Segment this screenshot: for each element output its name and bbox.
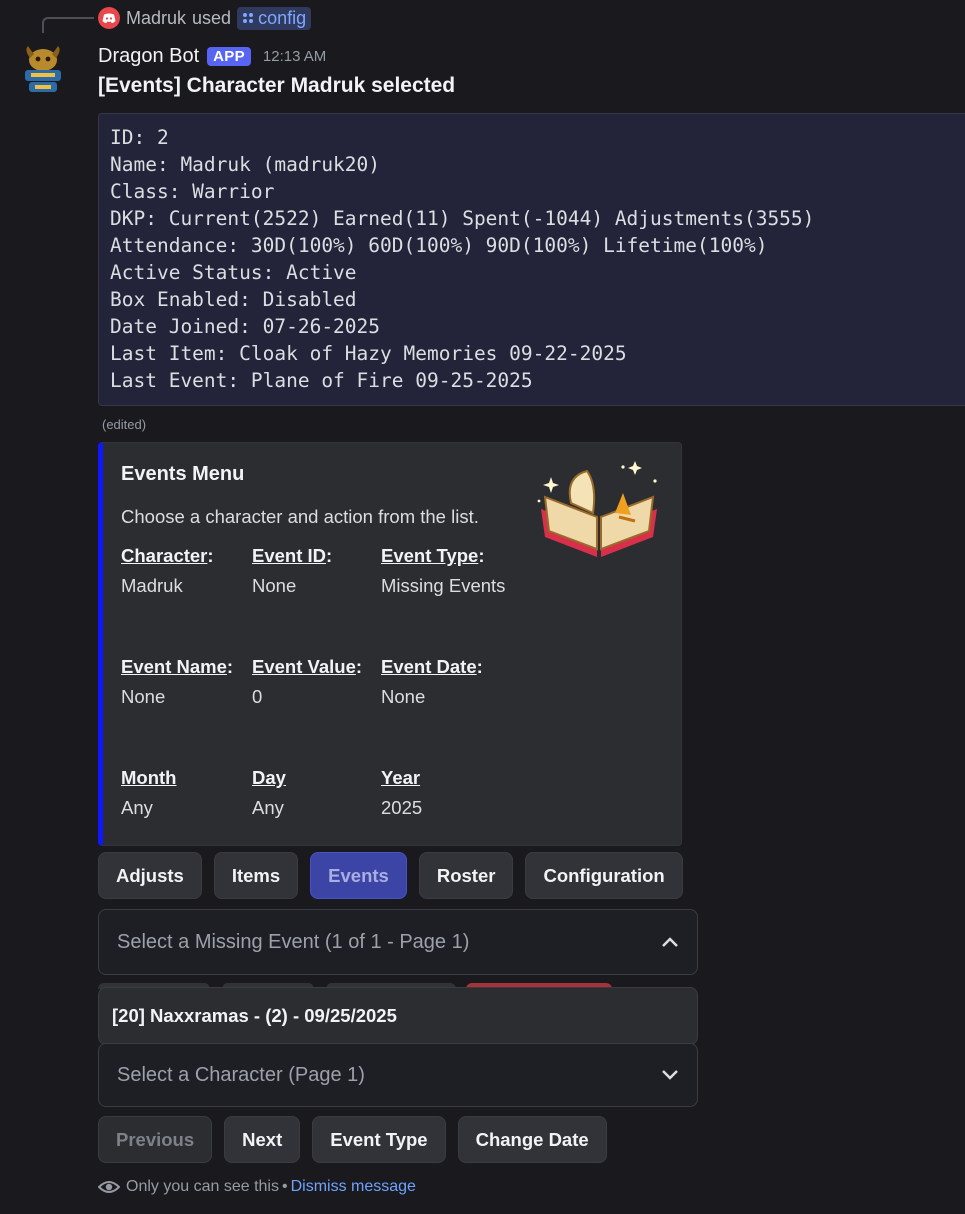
field-event-name: Event Name: None [121,656,234,707]
missing-event-select[interactable]: Select a Missing Event (1 of 1 - Page 1) [98,909,698,975]
field-event-date: Event Date: None [381,656,483,707]
field-event-id: Event ID: None [252,545,333,596]
field-name: Event Value [252,656,356,677]
code-line: Last Item: Cloak of Hazy Memories 09-22-… [110,342,627,365]
code-line: ID: 2 [110,126,169,149]
field-value: Any [252,797,284,818]
field-value: Any [121,797,153,818]
field-value: None [381,686,426,707]
reply-connector [42,17,94,33]
event-type-button[interactable]: Event Type [312,1116,446,1163]
chevron-down-icon [662,1070,678,1080]
field-value: 2025 [381,797,423,818]
code-line: Date Joined: 07-26-2025 [110,315,381,338]
field-name: Year [381,767,421,788]
reply-action: used [192,7,232,28]
roster-button[interactable]: Roster [418,852,514,899]
events-menu-embed: Events Menu Choose a character and actio… [98,442,682,846]
code-line: Class: Warrior [110,180,275,203]
nav-button-row: Adjusts Items Events Roster Configuratio… [98,852,683,899]
code-line: Last Event: Plane of Fire 09-25-2025 [110,369,533,392]
field-day: Day Any [252,767,286,819]
dismiss-message-link[interactable]: Dismiss message [291,1178,416,1196]
app-badge: APP [207,46,251,66]
bot-username[interactable]: Dragon Bot [98,45,199,68]
slash-command-icon [243,13,254,23]
separator: • [281,1178,288,1195]
field-name: Event Type [381,545,479,566]
configuration-button[interactable]: Configuration [525,852,683,899]
field-value: Missing Events [381,575,506,596]
items-button[interactable]: Items [213,852,299,899]
field-name: Event ID [252,545,327,566]
message-title: [Events] Character Madruk selected [98,74,456,97]
code-line: Active Status: Active [110,261,357,284]
field-value: None [252,575,297,596]
field-name: Character [121,545,208,566]
select-placeholder: Select a Missing Event (1 of 1 - Page 1) [117,930,470,953]
events-button[interactable]: Events [310,852,407,899]
code-line: Name: Madruk (madruk20) [110,153,381,176]
field-value: Madruk [121,575,183,596]
field-event-type: Event Type: Missing Events [381,545,506,596]
ephemeral-text: Only you can see this [126,1178,279,1195]
field-value: None [121,686,166,707]
field-name: Month [121,767,177,788]
reply-username[interactable]: Madruk [126,8,186,29]
command-mention[interactable]: config [237,6,312,30]
adjusts-button[interactable]: Adjusts [98,852,202,899]
character-code-block: ID: 2 Name: Madruk (madruk20) Class: Warri… [98,113,965,406]
embed-title: Events Menu [121,463,245,485]
event-option[interactable]: [20] Naxxramas - (2) - 09/25/2025 [98,987,698,1045]
command-reply: Madruk used config [98,6,312,30]
change-date-button[interactable]: Change Date [457,1116,607,1163]
select-placeholder: Select a Character (Page 1) [117,1063,365,1086]
bot-avatar[interactable] [22,44,64,98]
message-timestamp: 12:13 AM [262,47,327,65]
edited-label: (edited) [102,417,147,432]
message-header: Dragon Bot APP 12:13 AM [98,42,326,70]
code-line: DKP: Current(2522) Earned(11) Spent(-104… [110,207,815,230]
embed-description: Choose a character and action from the l… [121,506,479,527]
action-button-row: Previous Next Event Type Change Date [98,1116,607,1163]
code-line: Box Enabled: Disabled [110,288,357,311]
field-event-value: Event Value: 0 [252,656,363,707]
next-button[interactable]: Next [224,1116,301,1163]
discord-icon [98,7,120,29]
command-name: config [258,7,307,28]
previous-button[interactable]: Previous [98,1116,213,1163]
field-month: Month Any [121,767,176,819]
code-line: Attendance: 30D(100%) 60D(100%) 90D(100%… [110,234,768,257]
eye-icon [98,1181,120,1193]
field-name: Event Date [381,656,477,677]
field-character: Character: Madruk [121,545,214,596]
character-select[interactable]: Select a Character (Page 1) [98,1043,698,1107]
ephemeral-notice: Only you can see this • Dismiss message [98,1177,416,1197]
chevron-up-icon [662,937,678,947]
field-name: Event Name [121,656,227,677]
field-name: Day [252,767,286,788]
spellbook-thumbnail[interactable] [535,457,667,561]
field-year: Year 2025 [381,767,422,819]
field-value: 0 [252,686,263,707]
